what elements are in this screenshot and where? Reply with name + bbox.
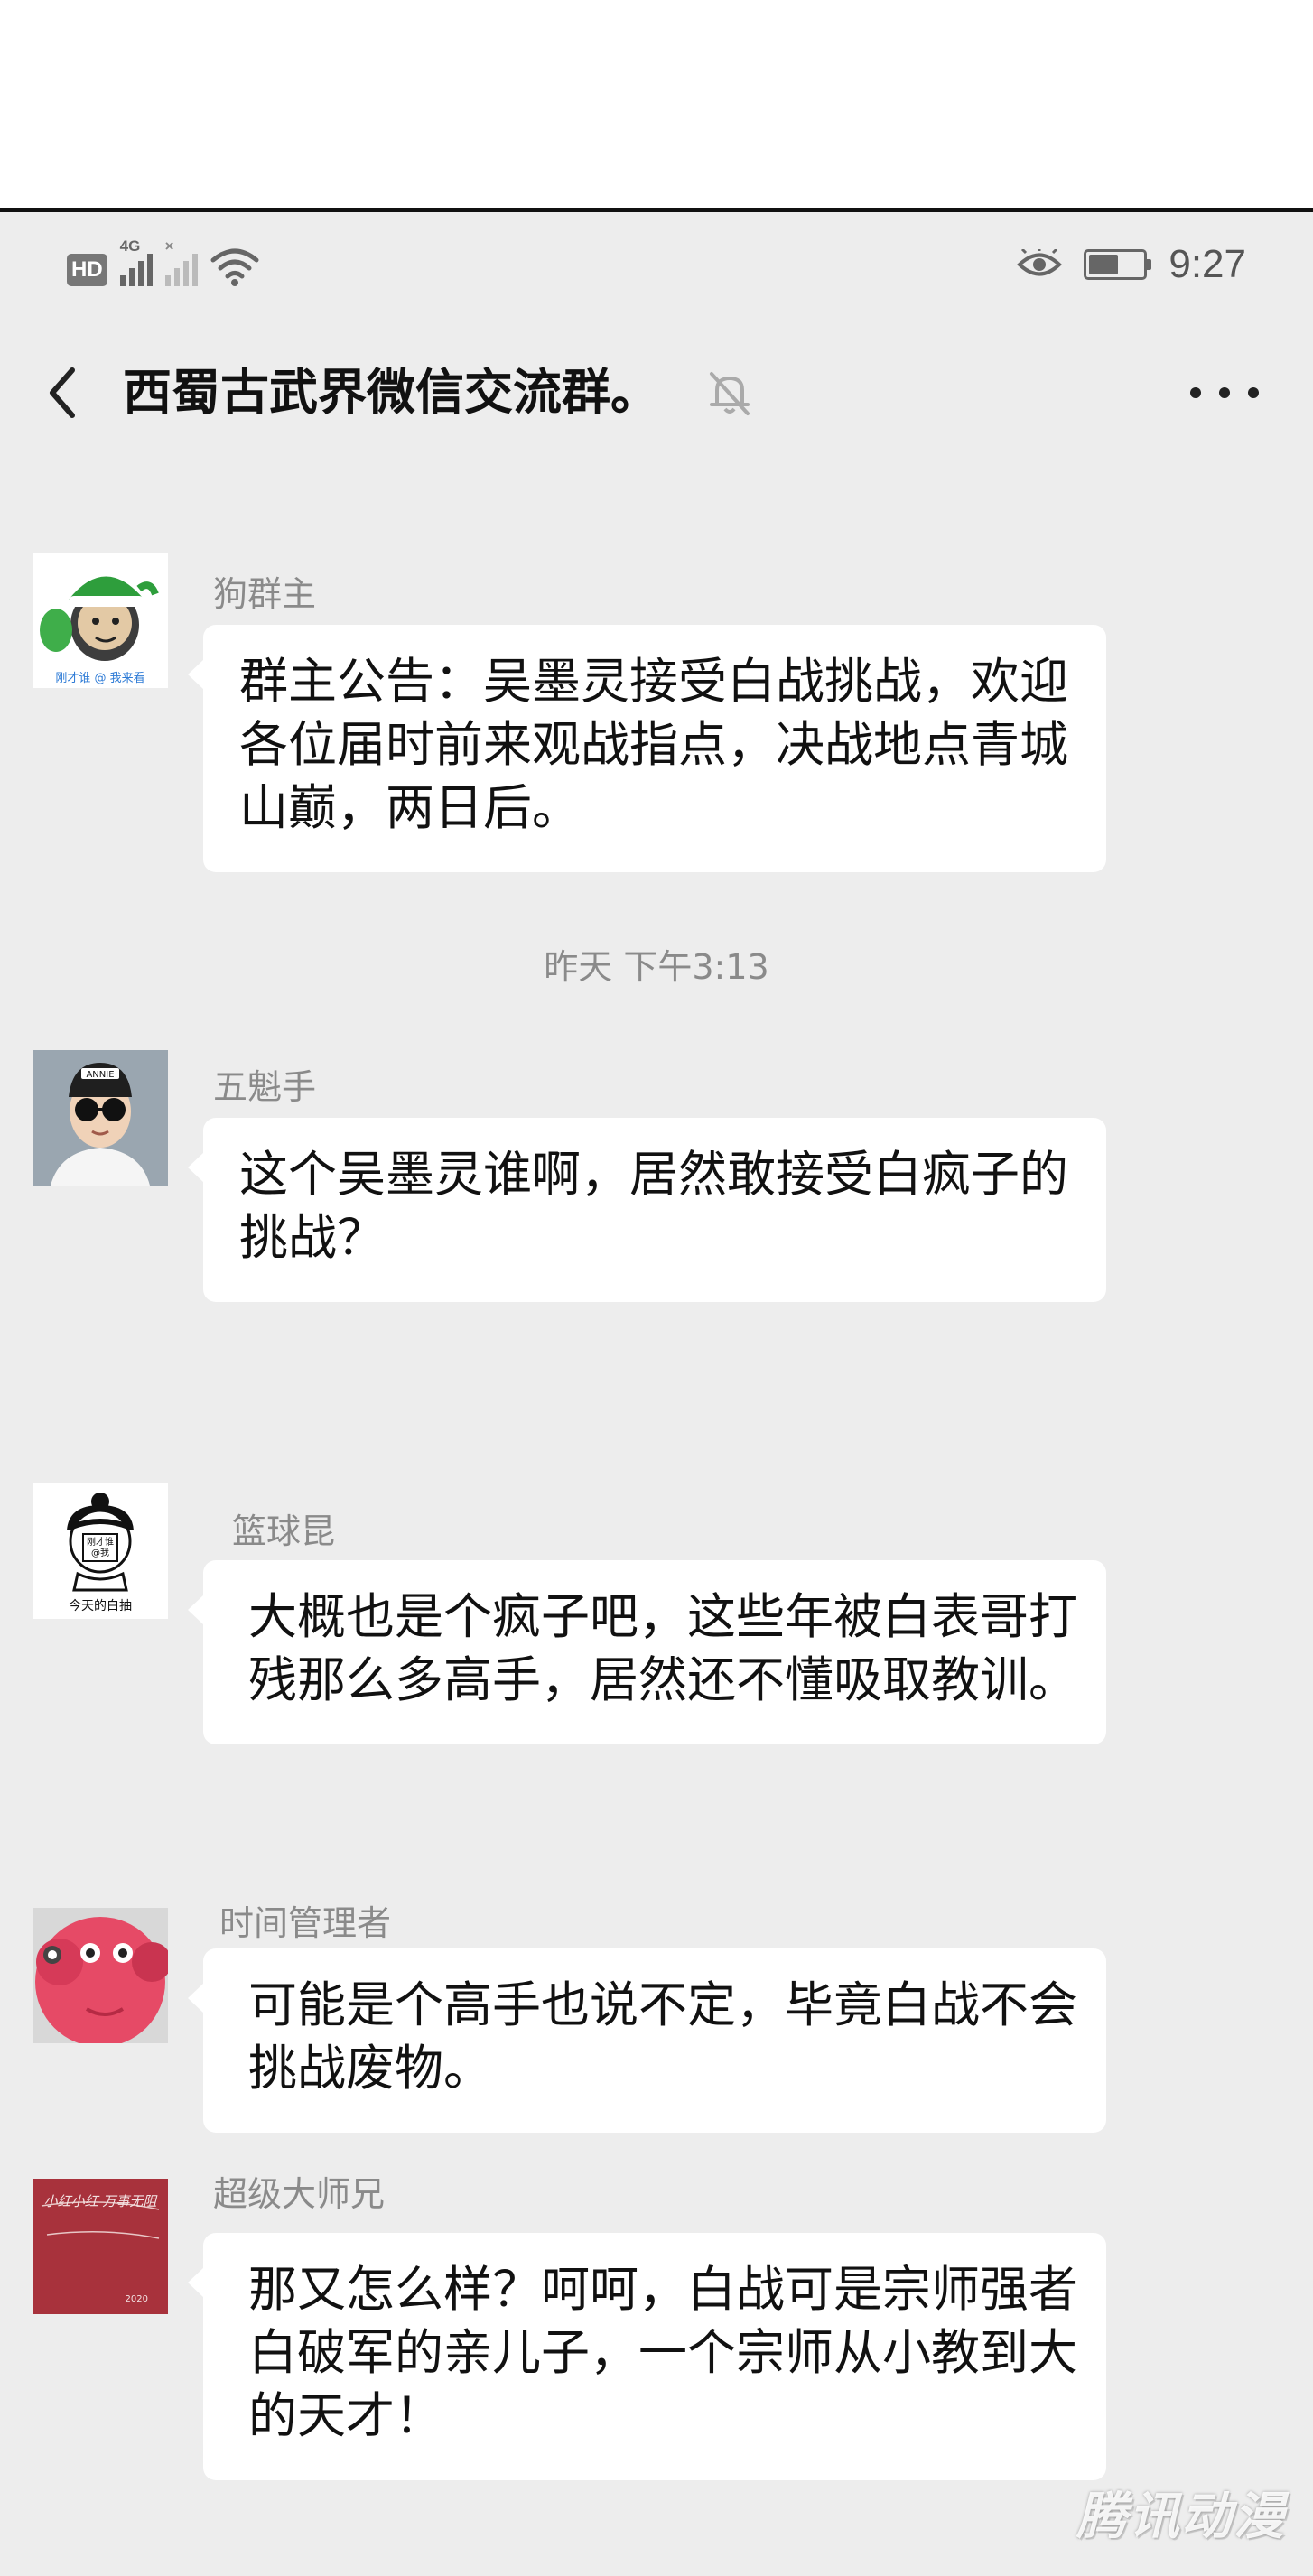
sender-name: 超级大师兄	[213, 2174, 386, 2214]
svg-text:刚才谁: 刚才谁	[87, 1536, 114, 1548]
avatar-caption: 今天的白抽	[69, 1599, 132, 1613]
top-blank-margin	[0, 0, 1313, 208]
status-right: 9:27	[1017, 239, 1246, 290]
avatar-cartoon-boy-image: 刚才谁 @我 今天的白抽	[33, 1483, 168, 1619]
sender-name: 篮球昆	[232, 1511, 336, 1551]
battery-icon	[1084, 249, 1152, 280]
avatar[interactable]: 刚才谁 @ 我来看	[33, 553, 168, 688]
avatar-pink-pig-image	[33, 1908, 168, 2043]
sender-name: 五魁手	[213, 1067, 317, 1107]
avatar[interactable]: ANNIE	[33, 1050, 168, 1186]
more-icon-dot	[1219, 387, 1230, 398]
avatar[interactable]	[33, 1908, 168, 2043]
back-button[interactable]	[33, 361, 96, 424]
message-bubble[interactable]: 群主公告：吴墨灵接受白战挑战，欢迎各位届时前来观战指点，决战地点青城山巅，两日后…	[188, 625, 1106, 872]
chat-title[interactable]: 西蜀古武界微信交流群。	[123, 361, 659, 424]
avatar-caption: 小红小红 万事无阻	[44, 2193, 159, 2209]
sender-name: 狗群主	[213, 574, 317, 614]
sender-name: 时间管理者	[219, 1903, 392, 1943]
status-left: HD 4G ×	[67, 237, 259, 286]
message-bubble[interactable]: 大概也是个疯子吧，这些年被白表哥打残那么多高手，居然还不懂吸取教训。	[188, 1560, 1106, 1744]
back-arrow-icon	[50, 367, 75, 418]
avatar-sunglasses-image: ANNIE	[33, 1050, 168, 1186]
mute-bell-icon	[710, 372, 750, 415]
message-bubble[interactable]: 可能是个高手也说不定，毕竟白战不会挑战废物。	[188, 1948, 1106, 2133]
svg-text:2020: 2020	[126, 2294, 148, 2304]
chat-header: 西蜀古武界微信交流群。	[0, 334, 1313, 451]
avatar[interactable]: 刚才谁 @我 今天的白抽	[33, 1483, 168, 1619]
message-bubble[interactable]: 这个吴墨灵谁啊，居然敢接受白疯子的挑战？	[188, 1118, 1106, 1302]
more-icon-dot	[1190, 387, 1201, 398]
avatar-santa-hat-image: 刚才谁 @ 我来看	[33, 553, 168, 688]
message-timestamp: 昨天 下午3:13	[544, 947, 769, 987]
no-signal-icon: ×	[164, 237, 198, 286]
watermark-logo: 腾讯动漫	[1076, 2488, 1286, 2546]
battery-level	[1089, 255, 1119, 274]
status-bar: HD 4G × 9:27	[0, 212, 1313, 316]
message-bubble[interactable]: 那又怎么样？呵呵，白战可是宗师强者白破军的亲儿子，一个宗师从小教到大的天才！	[188, 2233, 1106, 2480]
more-button[interactable]	[1190, 375, 1259, 411]
avatar[interactable]: 小红小红 万事无阻 2020	[33, 2179, 168, 2314]
avatar-caption: 刚才谁 @ 我来看	[55, 671, 144, 685]
eye-icon	[1017, 249, 1063, 276]
network-type: 4G	[119, 237, 141, 255]
status-time: 9:27	[1169, 242, 1246, 286]
avatar-red-card-image: 小红小红 万事无阻 2020	[33, 2179, 168, 2314]
svg-text:ANNIE: ANNIE	[86, 1070, 114, 1080]
wifi-icon	[210, 248, 259, 286]
svg-text:@我: @我	[91, 1548, 109, 1558]
signal-icon: 4G	[119, 237, 153, 286]
more-icon-dot	[1248, 387, 1259, 398]
hd-icon: HD	[67, 254, 107, 286]
